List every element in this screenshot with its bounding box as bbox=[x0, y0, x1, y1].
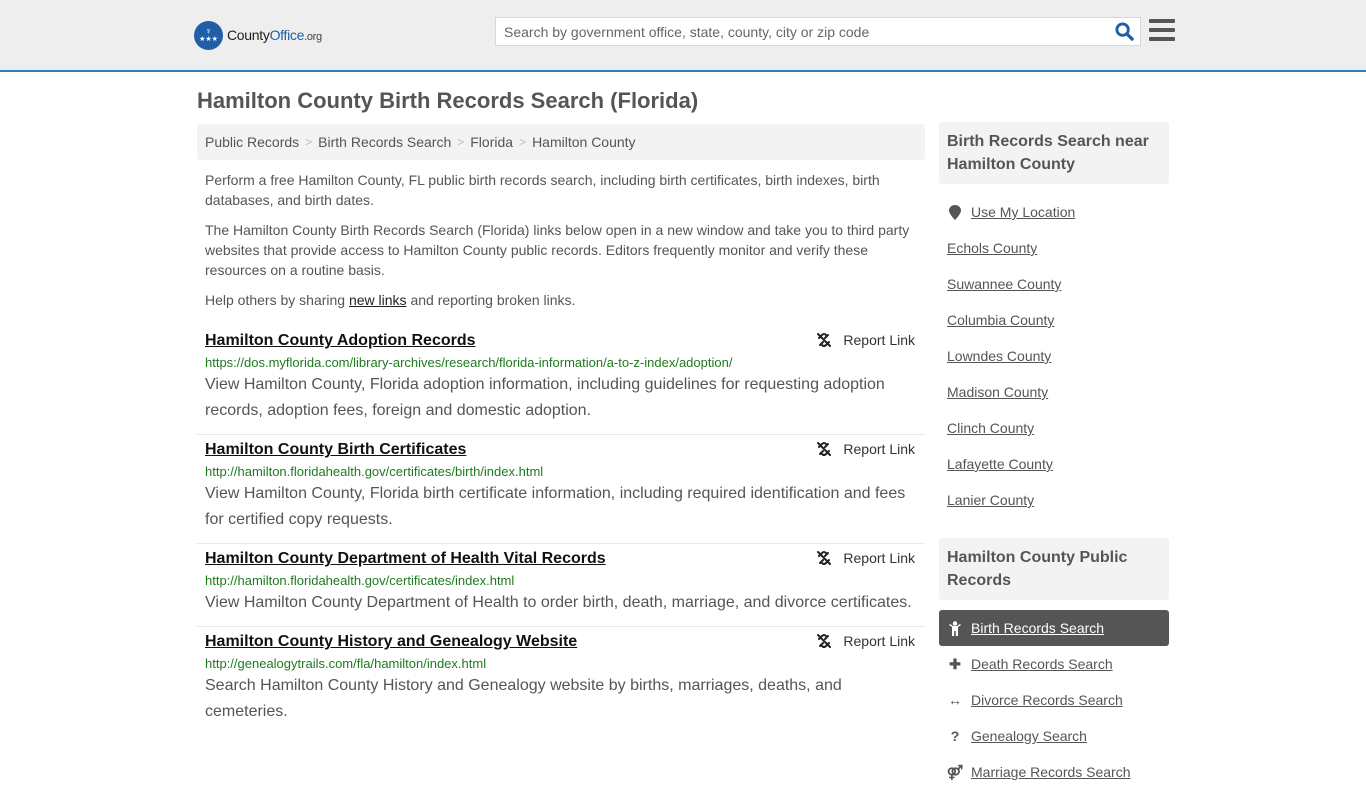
menu-bar-icon bbox=[1149, 37, 1175, 41]
nearby-county-item: Suwannee County bbox=[939, 266, 1169, 302]
result-item: Hamilton County History and Genealogy We… bbox=[197, 627, 925, 735]
public-record-link[interactable]: Divorce Records Search bbox=[971, 692, 1123, 708]
public-record-link[interactable]: Death Records Search bbox=[971, 656, 1113, 672]
public-record-link[interactable]: Birth Records Search bbox=[971, 620, 1104, 636]
nearby-county-item: Echols County bbox=[939, 230, 1169, 266]
public-record-item-birth[interactable]: Birth Records Search bbox=[939, 610, 1169, 646]
public-record-item-divorce[interactable]: ↔ Divorce Records Search bbox=[939, 682, 1169, 718]
nearby-list: Use My Location Echols County Suwannee C… bbox=[939, 184, 1169, 526]
public-records-heading: Hamilton County Public Records bbox=[939, 538, 1169, 600]
result-url: http://genealogytrails.com/fla/hamilton/… bbox=[205, 656, 487, 671]
result-title-link[interactable]: Hamilton County Adoption Records bbox=[205, 330, 476, 352]
eagle-logo-icon: ♆ ★★★ bbox=[194, 20, 223, 50]
public-record-link[interactable]: Genealogy Search bbox=[971, 728, 1087, 744]
result-item: Hamilton County Adoption Records Report … bbox=[197, 326, 925, 435]
breadcrumb-separator: > bbox=[305, 135, 313, 149]
result-url: https://dos.myflorida.com/library-archiv… bbox=[205, 355, 733, 370]
site-header: ♆ ★★★ CountyOffice.org bbox=[0, 0, 1366, 72]
page-title: Hamilton County Birth Records Search (Fl… bbox=[197, 88, 699, 113]
use-my-location-link[interactable]: Use My Location bbox=[971, 204, 1075, 220]
public-record-item-genealogy[interactable]: ? Genealogy Search bbox=[939, 718, 1169, 754]
nearby-county-item: Lanier County bbox=[939, 482, 1169, 518]
arrows-horizontal-icon: ↔ bbox=[948, 692, 962, 708]
result-description: View Hamilton County, Florida adoption i… bbox=[205, 376, 885, 419]
broken-link-icon bbox=[817, 551, 832, 565]
menu-bar-icon bbox=[1149, 19, 1175, 23]
results-list: Hamilton County Adoption Records Report … bbox=[197, 326, 925, 735]
result-item: Hamilton County Department of Health Vit… bbox=[197, 544, 925, 627]
nearby-county-item: Lowndes County bbox=[939, 338, 1169, 374]
intro-text: Perform a free Hamilton County, FL publi… bbox=[205, 170, 920, 320]
nearby-county-link[interactable]: Madison County bbox=[947, 384, 1048, 400]
result-url: http://hamilton.floridahealth.gov/certif… bbox=[205, 464, 544, 479]
breadcrumb-birth-records-search[interactable]: Birth Records Search bbox=[318, 134, 451, 150]
search-input[interactable] bbox=[496, 18, 1108, 45]
logo-text: CountyOffice.org bbox=[227, 27, 322, 43]
result-description: View Hamilton County Department of Healt… bbox=[205, 594, 912, 611]
plus-icon: ✚ bbox=[949, 655, 961, 672]
result-description: Search Hamilton County History and Genea… bbox=[205, 677, 842, 720]
nearby-county-link[interactable]: Suwannee County bbox=[947, 276, 1061, 292]
result-title-link[interactable]: Hamilton County History and Genealogy We… bbox=[205, 631, 577, 653]
breadcrumb-separator: > bbox=[519, 135, 527, 149]
breadcrumb-separator: > bbox=[457, 135, 465, 149]
breadcrumb: Public Records > Birth Records Search > … bbox=[197, 124, 925, 160]
nearby-county-item: Clinch County bbox=[939, 410, 1169, 446]
result-title-link[interactable]: Hamilton County Birth Certificates bbox=[205, 439, 466, 461]
hamburger-menu-button[interactable] bbox=[1149, 19, 1175, 43]
result-title-link[interactable]: Hamilton County Department of Health Vit… bbox=[205, 548, 606, 570]
venus-mars-icon: ⚤ bbox=[946, 763, 964, 780]
public-record-item-marriage[interactable]: ⚤ Marriage Records Search bbox=[939, 754, 1169, 790]
search-button[interactable] bbox=[1108, 18, 1140, 45]
nearby-county-link[interactable]: Lanier County bbox=[947, 492, 1034, 508]
broken-link-icon bbox=[817, 634, 832, 648]
broken-link-icon bbox=[817, 333, 832, 347]
question-icon: ? bbox=[950, 728, 960, 744]
intro-paragraph: Perform a free Hamilton County, FL publi… bbox=[205, 172, 880, 208]
result-url: http://hamilton.floridahealth.gov/certif… bbox=[205, 573, 515, 588]
result-item: Hamilton County Birth Certificates Repor… bbox=[197, 435, 925, 544]
nearby-county-link[interactable]: Lowndes County bbox=[947, 348, 1051, 364]
breadcrumb-current: Hamilton County bbox=[532, 134, 636, 150]
map-marker-icon bbox=[947, 204, 963, 220]
intro-paragraph: The Hamilton County Birth Records Search… bbox=[205, 222, 910, 278]
nearby-county-link[interactable]: Echols County bbox=[947, 240, 1037, 256]
child-icon bbox=[947, 620, 963, 636]
nearby-county-item: Columbia County bbox=[939, 302, 1169, 338]
report-link-button[interactable]: Report Link bbox=[816, 441, 915, 457]
search-bar bbox=[495, 17, 1141, 46]
public-records-list: Birth Records Search ✚ Death Records Sea… bbox=[939, 600, 1169, 790]
menu-bar-icon bbox=[1149, 28, 1175, 32]
search-icon bbox=[1114, 22, 1134, 41]
report-link-button[interactable]: Report Link bbox=[816, 332, 915, 348]
nearby-county-link[interactable]: Clinch County bbox=[947, 420, 1034, 436]
site-logo[interactable]: ♆ ★★★ CountyOffice.org bbox=[194, 20, 322, 50]
nearby-county-link[interactable]: Lafayette County bbox=[947, 456, 1053, 472]
nearby-county-link[interactable]: Columbia County bbox=[947, 312, 1054, 328]
share-links-paragraph: Help others by sharing new links and rep… bbox=[205, 292, 576, 308]
report-link-button[interactable]: Report Link bbox=[816, 550, 915, 566]
nearby-county-item: Lafayette County bbox=[939, 446, 1169, 482]
sidebar: Birth Records Search near Hamilton Count… bbox=[939, 122, 1169, 790]
breadcrumb-florida[interactable]: Florida bbox=[470, 134, 513, 150]
breadcrumb-public-records[interactable]: Public Records bbox=[205, 134, 299, 150]
use-my-location-item: Use My Location bbox=[939, 194, 1169, 230]
public-record-link[interactable]: Marriage Records Search bbox=[971, 764, 1131, 780]
result-description: View Hamilton County, Florida birth cert… bbox=[205, 485, 906, 528]
report-link-button[interactable]: Report Link bbox=[816, 633, 915, 649]
broken-link-icon bbox=[817, 442, 832, 456]
nearby-heading: Birth Records Search near Hamilton Count… bbox=[939, 122, 1169, 184]
nearby-county-item: Madison County bbox=[939, 374, 1169, 410]
public-record-item-death[interactable]: ✚ Death Records Search bbox=[939, 646, 1169, 682]
new-links-link[interactable]: new links bbox=[349, 292, 407, 308]
